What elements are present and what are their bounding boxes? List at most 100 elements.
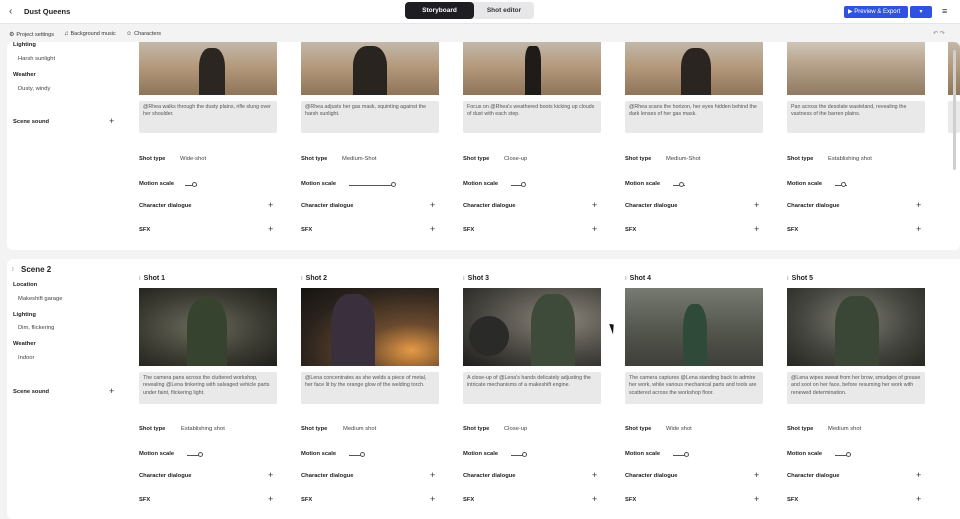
add-dialogue-icon[interactable]: + (430, 201, 435, 210)
motion-slider-knob[interactable] (198, 452, 203, 457)
shot-type-value[interactable]: Close-up (504, 426, 527, 432)
scene-sound-label: Scene sound (13, 119, 50, 125)
add-dialogue-icon[interactable]: + (268, 201, 273, 210)
shot-type-value[interactable]: Close-up (504, 156, 527, 162)
sfx-label: SFX (463, 497, 475, 503)
shot-caption[interactable]: A close-up of @Lena's hands delicately a… (463, 372, 601, 404)
drag-handle-icon[interactable]: ⁞ (301, 276, 303, 282)
add-sfx-icon[interactable]: + (268, 495, 273, 504)
shot-caption[interactable]: The camera pans across the cluttered wor… (139, 372, 277, 404)
drag-handle-icon[interactable]: ⁞ (139, 276, 141, 282)
figure (835, 296, 879, 366)
sfx-label: SFX (301, 497, 313, 503)
motion-slider-knob[interactable] (360, 452, 365, 457)
shot-image[interactable] (139, 288, 277, 366)
add-dialogue-icon[interactable]: + (592, 471, 597, 480)
shot-caption[interactable]: @Rhea walks through the dusty plains, ri… (139, 101, 277, 133)
lighting-value[interactable]: Harsh sunlight (18, 56, 55, 62)
tab-storyboard[interactable]: Storyboard (405, 2, 474, 19)
add-sfx-icon[interactable]: + (592, 225, 597, 234)
shot-image[interactable] (787, 288, 925, 366)
sfx-label: SFX (787, 497, 799, 503)
shot-type-value[interactable]: Establishing shot (828, 156, 872, 162)
motion-slider-knob[interactable] (521, 182, 526, 187)
preview-export-button[interactable]: ▶ Preview & Export (844, 6, 908, 18)
add-dialogue-icon[interactable]: + (754, 201, 759, 210)
motion-slider[interactable] (349, 185, 395, 186)
shot-caption[interactable]: @Rhea scans the horizon, her eyes hidden… (625, 101, 763, 133)
shot-type-value[interactable]: Medium-Shot (342, 156, 376, 162)
motion-slider-knob[interactable] (391, 182, 396, 187)
shot-image[interactable] (463, 42, 601, 95)
add-sfx-icon[interactable]: + (916, 495, 921, 504)
shot-caption[interactable]: @Rhea adjusts her gas mask, squinting ag… (301, 101, 439, 133)
shot-image[interactable] (301, 42, 439, 95)
add-scene-sound-icon[interactable]: + (109, 117, 114, 126)
scrollbar[interactable] (953, 50, 956, 170)
shot-caption[interactable]: @Lena wipes sweat from her brow, smudges… (787, 372, 925, 404)
figure (331, 294, 375, 366)
motion-scale-label: Motion scale (463, 451, 499, 457)
share-dropdown-button[interactable]: ▾ (910, 6, 932, 18)
shot-type-value[interactable]: Medium shot (828, 426, 861, 432)
shot-image[interactable] (787, 42, 925, 95)
shot-image[interactable] (625, 42, 763, 95)
add-dialogue-icon[interactable]: + (268, 471, 273, 480)
add-dialogue-icon[interactable]: + (916, 471, 921, 480)
add-sfx-icon[interactable]: + (430, 225, 435, 234)
add-sfx-icon[interactable]: + (430, 495, 435, 504)
drag-handle-icon[interactable]: ⁞ (625, 276, 627, 282)
weather-value[interactable]: Indoor (18, 355, 34, 361)
drag-handle-icon[interactable]: ⁞⁞ (12, 267, 14, 273)
shot-type-value[interactable]: Wide shot (666, 426, 692, 432)
drag-handle-icon[interactable]: ⁞ (787, 276, 789, 282)
add-sfx-icon[interactable]: + (754, 225, 759, 234)
shot-image[interactable] (625, 288, 763, 366)
shot-type-label: Shot type (463, 426, 490, 432)
lighting-value[interactable]: Dim, flickering (18, 325, 54, 331)
project-settings-button[interactable]: ⚙ Project settings (9, 31, 54, 38)
sfx-label: SFX (787, 227, 799, 233)
drag-handle-icon[interactable]: ⁞ (463, 276, 465, 282)
add-dialogue-icon[interactable]: + (430, 471, 435, 480)
shot-type-value[interactable]: Medium shot (343, 426, 376, 432)
motion-slider-knob[interactable] (841, 182, 846, 187)
background-music-button[interactable]: ♫ Background music (64, 31, 116, 37)
shot-image[interactable] (301, 288, 439, 366)
character-dialogue-label: Character dialogue (463, 203, 516, 209)
add-sfx-icon[interactable]: + (754, 495, 759, 504)
character-dialogue-label: Character dialogue (139, 203, 192, 209)
undo-icon[interactable]: ↶ ↷ (933, 30, 945, 37)
add-dialogue-icon[interactable]: + (592, 201, 597, 210)
figure (187, 298, 227, 366)
add-dialogue-icon[interactable]: + (754, 471, 759, 480)
shot-type-value[interactable]: Medium-Shot (666, 156, 700, 162)
shot-type-label: Shot type (463, 156, 490, 162)
motion-slider-knob[interactable] (846, 452, 851, 457)
shot-type-value[interactable]: Establishing shot (181, 426, 225, 432)
background-music-label: Background music (70, 31, 116, 37)
tab-shot-editor[interactable]: Shot editor (474, 2, 534, 19)
shot-caption[interactable]: Pan across the desolate wasteland, revea… (787, 101, 925, 133)
shot-image[interactable] (139, 42, 277, 95)
motion-slider-knob[interactable] (192, 182, 197, 187)
shot-caption[interactable]: Focus on @Rhea's weathered boots kicking… (463, 101, 601, 133)
shot-type-label: Shot type (625, 156, 652, 162)
add-sfx-icon[interactable]: + (268, 225, 273, 234)
characters-button[interactable]: ☺ Characters (126, 31, 161, 37)
shot-caption[interactable]: The camera captures @Lena standing back … (625, 372, 763, 404)
shot-caption[interactable]: @Lena concentrates as she welds a piece … (301, 372, 439, 404)
hamburger-icon[interactable]: ≡ (942, 6, 947, 16)
add-sfx-icon[interactable]: + (916, 225, 921, 234)
add-scene-sound-icon[interactable]: + (109, 387, 114, 396)
location-value[interactable]: Makeshift garage (18, 296, 62, 302)
weather-value[interactable]: Dusty, windy (18, 86, 50, 92)
shot-type-value[interactable]: Wide-shot (180, 156, 206, 162)
motion-slider-knob[interactable] (679, 182, 684, 187)
add-dialogue-icon[interactable]: + (916, 201, 921, 210)
motion-slider-knob[interactable] (684, 452, 689, 457)
add-sfx-icon[interactable]: + (592, 495, 597, 504)
motion-slider-knob[interactable] (522, 452, 527, 457)
shot-image[interactable] (463, 288, 601, 366)
chevron-left-icon[interactable]: ‹ (9, 6, 12, 17)
